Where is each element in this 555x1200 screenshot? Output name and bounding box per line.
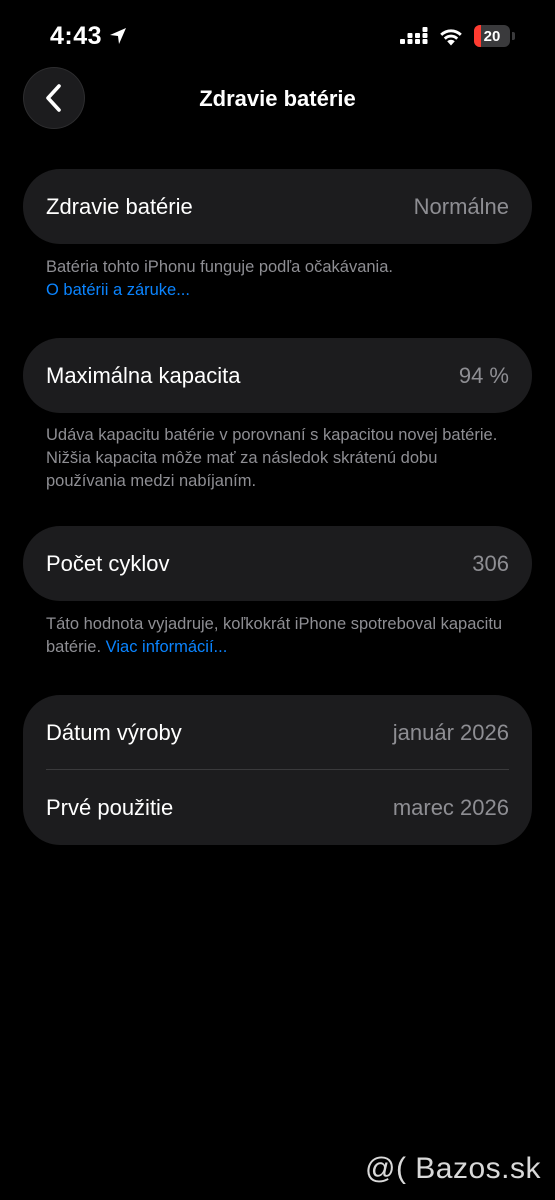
cycle-count-value: 306 — [472, 550, 509, 576]
location-arrow-icon — [110, 28, 127, 44]
battery-tip — [512, 32, 515, 40]
maximum-capacity-footnote: Udáva kapacitu batérie v porovnaní s kap… — [46, 424, 516, 493]
first-use-row: Prvé použitie marec 2026 — [23, 770, 532, 845]
status-time-group: 4:43 — [50, 22, 128, 50]
bazos-watermark: @( Bazos.sk — [365, 1152, 541, 1185]
wifi-icon — [440, 28, 462, 45]
manufacture-date-row: Dátum výroby január 2026 — [23, 695, 532, 770]
cycle-count-label: Počet cyklov — [46, 550, 170, 576]
cycle-count-card: Počet cyklov 306 — [23, 526, 532, 601]
battery-health-value: Normálne — [413, 193, 509, 219]
dates-card: Dátum výroby január 2026 Prvé použitie m… — [23, 695, 532, 845]
manufacture-date-value: január 2026 — [392, 719, 509, 745]
cellular-signal-icon — [400, 27, 428, 44]
status-indicators: 20 — [400, 25, 515, 47]
first-use-label: Prvé použitie — [46, 794, 174, 820]
maximum-capacity-label: Maximálna kapacita — [46, 362, 241, 388]
status-time: 4:43 — [50, 22, 103, 50]
battery-health-label: Zdravie batérie — [46, 193, 193, 219]
battery-health-row: Zdravie batérie Normálne — [23, 169, 532, 244]
battery-level-fill — [474, 25, 482, 47]
page-title: Zdravie batérie — [199, 86, 356, 111]
maximum-capacity-value: 94 % — [458, 362, 509, 388]
cycle-count-row: Počet cyklov 306 — [23, 526, 532, 601]
battery-health-footnote: Batéria tohto iPhonu funguje podľa očaká… — [46, 256, 516, 302]
maximum-capacity-row: Maximálna kapacita 94 % — [23, 338, 532, 413]
battery-warranty-link[interactable]: O batérii a záruke... — [46, 279, 516, 302]
more-info-link[interactable]: Viac informácií... — [106, 638, 228, 656]
maximum-capacity-note: Udáva kapacitu batérie v porovnaní s kap… — [46, 426, 498, 490]
manufacture-date-label: Dátum výroby — [46, 719, 182, 745]
battery-percentage: 20 — [483, 27, 501, 45]
battery-icon: 20 — [474, 25, 510, 47]
maximum-capacity-card: Maximálna kapacita 94 % — [23, 338, 532, 413]
cycle-count-footnote: Táto hodnota vyjadruje, koľkokrát iPhone… — [46, 613, 516, 659]
battery-health-note: Batéria tohto iPhonu funguje podľa očaká… — [46, 258, 393, 276]
battery-health-card: Zdravie batérie Normálne — [23, 169, 532, 244]
status-bar: 4:43 20 — [0, 0, 555, 70]
first-use-value: marec 2026 — [392, 794, 509, 820]
